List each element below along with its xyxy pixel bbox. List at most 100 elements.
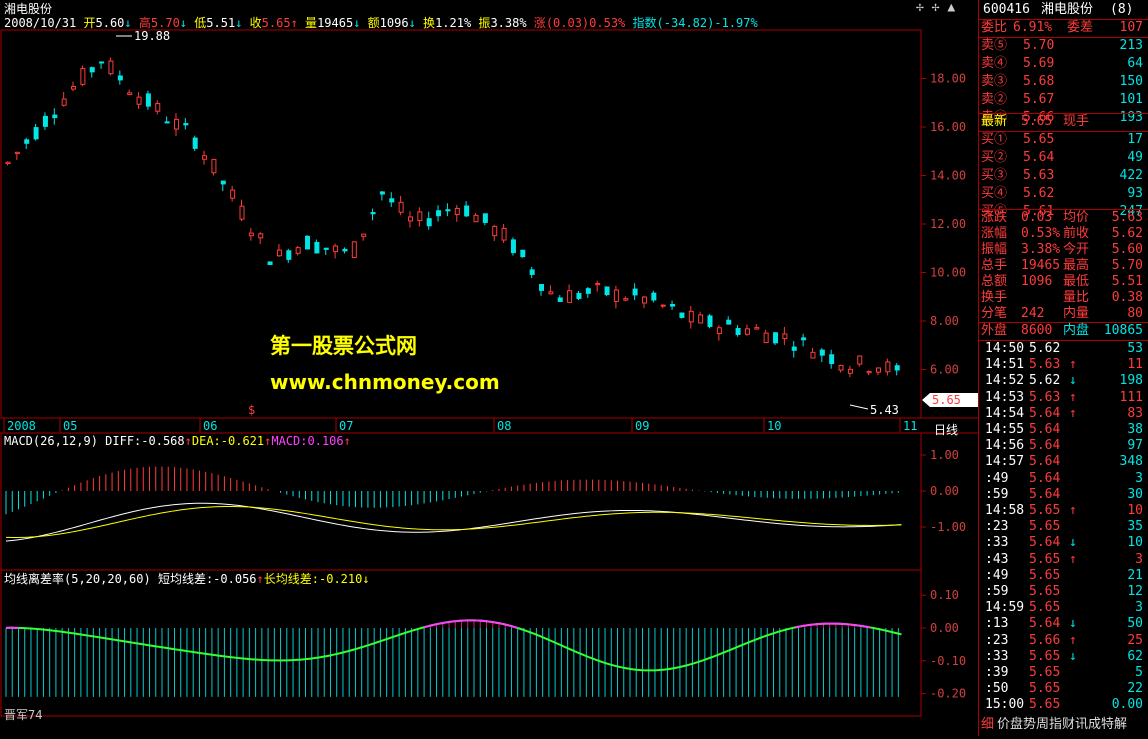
tick-price: 5.64: [1029, 486, 1061, 502]
down-arrow-icon: ↓: [179, 16, 188, 30]
stat-value: 5.62: [1111, 226, 1143, 241]
tick-row: 15:00 5.65 0.00: [979, 697, 1147, 713]
bias-axis-label: 0.00: [930, 621, 959, 635]
candle-body: [670, 303, 676, 307]
candle-body: [342, 248, 348, 252]
pin-icon[interactable]: ✢: [932, 0, 940, 15]
tick-time: :59: [985, 486, 1009, 502]
period-label[interactable]: 日线: [934, 421, 958, 438]
candle-body: [557, 297, 563, 302]
tick-row: :33 5.65 ↓ 62: [979, 649, 1147, 665]
tick-row: :59 5.64 30: [979, 487, 1147, 503]
tick-price: 5.65: [1029, 584, 1061, 599]
stat-row: 涨跌 0.03 均价 5.63: [979, 210, 1147, 226]
tick-volume: 3: [1135, 470, 1143, 486]
tick-price: 5.65: [1029, 551, 1061, 567]
candle-body: [735, 328, 741, 335]
candle-body: [389, 198, 395, 203]
amount-label: 额: [367, 16, 380, 30]
tick-volume: 21: [1127, 567, 1143, 583]
tick-row: 14:56 5.64 97: [979, 438, 1147, 454]
tick-row: :33 5.64 ↓ 10: [979, 535, 1147, 551]
candle-body: [763, 332, 769, 344]
stat-value: 5.70: [1111, 258, 1143, 273]
low-value: 5.51: [206, 16, 236, 30]
outer-label: 外盘: [981, 323, 1008, 338]
inner-label: 内盘: [1063, 323, 1090, 338]
tick-volume: 11: [1127, 357, 1143, 373]
pin-icon[interactable]: ✢: [916, 0, 924, 15]
tick-row: :13 5.64 ↓ 50: [979, 616, 1147, 632]
candle-body: [417, 211, 423, 222]
candle-body: [89, 67, 95, 73]
diff-value: -0.568: [141, 434, 185, 448]
bottom-tabs[interactable]: 细 价盘势周指财讯成特解: [979, 716, 1147, 734]
candle-body: [576, 292, 582, 299]
ask-row: 卖② 5.67 101: [979, 91, 1147, 109]
tab-detail[interactable]: 细: [981, 716, 994, 734]
tick-price: 5.66: [1029, 632, 1061, 648]
candle-body: [136, 96, 142, 105]
macd-value: 0.106: [307, 434, 344, 448]
tick-price: 5.65: [1029, 697, 1061, 713]
candle-body: [286, 250, 292, 260]
down-arrow-icon: ↓: [1069, 616, 1077, 632]
tab-group[interactable]: 价盘势周指财讯成特解: [997, 716, 1127, 734]
tick-volume: 50: [1127, 616, 1143, 632]
ask-volume: 213: [1119, 38, 1143, 53]
scroll-up-icon[interactable]: ▲: [947, 0, 955, 15]
window-icons[interactable]: ✢ ✢ ▲: [916, 0, 955, 15]
stat-value: 242: [1021, 306, 1045, 321]
candle-body: [183, 123, 189, 126]
tick-time: 14:50: [985, 341, 1025, 356]
down-arrow-icon: ↓: [1069, 535, 1077, 551]
close-value: 5.65: [261, 16, 291, 30]
stat-label: 内量: [1063, 306, 1090, 321]
amplitude-value: 3.38%: [490, 16, 527, 30]
candle-body: [585, 288, 591, 294]
dea-value: -0.621: [220, 434, 265, 448]
candle-body: [333, 245, 339, 253]
bias-axis-label: -0.20: [930, 687, 966, 701]
candle-body: [52, 114, 58, 119]
chart-canvas[interactable]: 18.00 16.00 14.00 12.00 10.00 8.00 6.00 2008 05 0…: [0, 0, 978, 736]
stat-label: 分笔: [981, 306, 1008, 321]
candle-body: [173, 118, 179, 130]
tick-time: :39: [985, 665, 1009, 680]
outer-inner-row: 外盘 8600 内盘 10865: [979, 322, 1147, 340]
diff-label: DIFF:: [105, 434, 142, 448]
short-ma-diff-positive: [5, 619, 871, 629]
tick-time: :43: [985, 551, 1009, 567]
candle-body: [623, 298, 629, 301]
candle-body: [24, 139, 30, 144]
tick-volume: 198: [1119, 373, 1143, 389]
index-value: (-34.82)-1.97%: [656, 16, 758, 30]
tick-time: 14:59: [985, 600, 1025, 616]
bias-header: 均线离差率(5,20,20,60) 短均线差:-0.056↑长均线差:-0.21…: [4, 570, 370, 587]
high-value: 5.70: [150, 16, 180, 30]
stat-label: 最低: [1063, 274, 1090, 289]
vol-value: 19465: [317, 16, 354, 30]
candle-body: [426, 218, 432, 227]
candle-body: [679, 312, 685, 318]
stat-value: 0.03: [1021, 210, 1053, 225]
current-price-value: 5.65: [932, 393, 961, 407]
stat-label: 总额: [981, 274, 1008, 289]
stat-value: 3.38%: [1021, 242, 1061, 257]
trough-label: 5.43: [870, 403, 899, 417]
down-arrow-icon: ↓: [408, 16, 416, 30]
up-arrow-icon: ↑: [1069, 405, 1077, 421]
tick-price: 5.63: [1029, 357, 1061, 373]
tick-price: 5.64: [1029, 535, 1061, 551]
month-axis-label: 09: [635, 419, 649, 433]
tick-volume: 35: [1127, 519, 1143, 535]
chart-area[interactable]: 18.00 16.00 14.00 12.00 10.00 8.00 6.00 2008 05 0…: [0, 0, 978, 736]
tick-row: 14:57 5.64 348: [979, 454, 1147, 470]
candle-body: [660, 304, 666, 307]
peak-label: 19.88: [134, 29, 170, 43]
candle-body: [716, 327, 722, 335]
dea-label: DEA:: [191, 434, 221, 448]
tick-price: 5.65: [1029, 600, 1061, 616]
tick-time: :33: [985, 648, 1009, 664]
weibi-row: 委比 6.91% 委差 107: [979, 19, 1147, 37]
